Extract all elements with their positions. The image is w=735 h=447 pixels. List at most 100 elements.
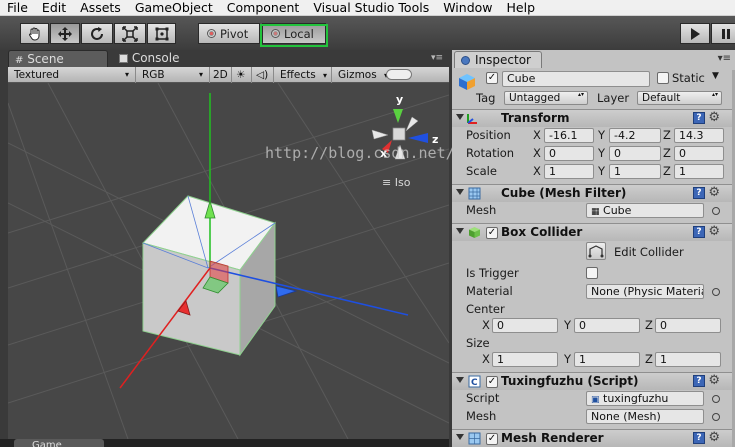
gizmos-dropdown[interactable]: Gizmos ▾	[332, 67, 388, 83]
menu-component[interactable]: Component	[220, 0, 307, 16]
tab-scene[interactable]: # Scene	[8, 50, 108, 67]
material-field[interactable]: None (Physic Materia	[586, 284, 704, 299]
help-icon[interactable]: ?	[693, 112, 705, 124]
center-y-field[interactable]: 0	[574, 318, 640, 333]
menu-gameobject[interactable]: GameObject	[128, 0, 220, 16]
pause-button[interactable]	[711, 23, 735, 44]
box-collider-title: Box Collider	[501, 225, 583, 239]
mesh-renderer-header[interactable]: ✓ Mesh Renderer ? ⚙	[452, 429, 735, 447]
script-enabled-checkbox[interactable]: ✓	[486, 376, 498, 388]
menu-file[interactable]: File	[0, 0, 35, 16]
iso-menu-icon: ≡	[382, 176, 392, 189]
center-z-field[interactable]: 0	[655, 318, 721, 333]
scene-search-input[interactable]	[386, 69, 412, 80]
foldout-icon[interactable]	[456, 228, 464, 234]
mesh-filter-icon	[468, 187, 481, 200]
is-trigger-checkbox[interactable]	[586, 267, 598, 279]
center-x-field[interactable]: 0	[492, 318, 558, 333]
box-collider-enabled-checkbox[interactable]: ✓	[486, 227, 498, 239]
foldout-icon[interactable]	[456, 434, 464, 440]
rotate-tool-button[interactable]	[81, 23, 113, 44]
tab-game[interactable]: Game	[14, 439, 104, 447]
scene-panel-menu-icon[interactable]: ▾≡	[425, 50, 447, 67]
help-icon[interactable]: ?	[693, 432, 705, 444]
gear-icon[interactable]: ⚙	[708, 186, 720, 200]
center-z-label: Z	[645, 318, 653, 332]
help-icon[interactable]: ?	[693, 375, 705, 387]
foldout-icon[interactable]	[456, 189, 464, 195]
scale-x-field[interactable]: 1	[544, 164, 594, 179]
layer-dropdown[interactable]: Default	[637, 91, 722, 105]
render-mode-dropdown[interactable]: RGB ▾	[136, 66, 210, 83]
console-icon	[119, 54, 128, 63]
active-checkbox[interactable]: ✓	[486, 72, 498, 84]
tab-console[interactable]: Console	[113, 50, 213, 67]
pivot-toggle-button[interactable]: Pivot	[198, 23, 260, 44]
gizmo-y-cone[interactable]	[393, 109, 403, 123]
audio-toggle[interactable]: ◁)	[252, 66, 274, 83]
edit-collider-icon	[588, 245, 604, 258]
tab-inspector[interactable]: Inspector	[454, 51, 542, 68]
gear-icon[interactable]: ⚙	[708, 374, 720, 388]
shading-mode-dropdown[interactable]: Textured ▾	[8, 66, 136, 83]
effects-dropdown[interactable]: Effects ▾	[274, 66, 332, 83]
help-icon[interactable]: ?	[693, 187, 705, 199]
mode-2d-toggle[interactable]: 2D	[210, 66, 232, 83]
position-y-field[interactable]: -4.2	[609, 128, 661, 143]
foldout-icon[interactable]	[456, 114, 464, 120]
menu-edit[interactable]: Edit	[35, 0, 73, 16]
shading-mode-value: Textured	[14, 68, 60, 81]
move-tool-button[interactable]	[50, 23, 80, 44]
position-x-field[interactable]: -16.1	[544, 128, 594, 143]
box-collider-header[interactable]: ✓ Box Collider ? ⚙	[452, 223, 735, 241]
object-picker-icon[interactable]	[712, 288, 720, 296]
menu-help[interactable]: Help	[500, 0, 543, 16]
size-x-label: X	[482, 352, 490, 366]
transform-header[interactable]: Transform ? ⚙	[452, 109, 735, 127]
tag-dropdown[interactable]: Untagged	[504, 91, 588, 105]
foldout-icon[interactable]	[456, 377, 464, 383]
gear-icon[interactable]: ⚙	[708, 431, 720, 445]
rotation-x-field[interactable]: 0	[544, 146, 594, 161]
size-z-field[interactable]: 1	[655, 352, 721, 367]
object-picker-icon[interactable]	[712, 395, 720, 403]
play-button[interactable]	[680, 23, 710, 44]
pivot-label: Pivot	[220, 26, 249, 41]
scale-y-field[interactable]: 1	[609, 164, 661, 179]
script-component-header[interactable]: C ✓ Tuxingfuzhu (Script) ? ⚙	[452, 372, 735, 390]
static-dropdown-icon[interactable]: ▼	[712, 71, 719, 81]
inspector-menu-icon[interactable]: ▾≡	[718, 53, 731, 64]
object-picker-icon[interactable]	[712, 413, 720, 421]
script-field[interactable]: ▣ tuxingfuzhu	[586, 391, 704, 406]
object-name-input[interactable]: Cube	[502, 71, 650, 87]
scale-tool-button[interactable]	[114, 23, 146, 44]
rotation-y-field[interactable]: 0	[609, 146, 661, 161]
mesh-renderer-enabled-checkbox[interactable]: ✓	[486, 433, 498, 445]
hand-tool-button[interactable]	[20, 23, 49, 44]
script-value: tuxingfuzhu	[603, 392, 669, 405]
size-y-field[interactable]: 1	[574, 352, 640, 367]
script-mesh-field[interactable]: None (Mesh)	[586, 409, 704, 424]
menu-window[interactable]: Window	[436, 0, 499, 16]
scale-z-field[interactable]: 1	[674, 164, 724, 179]
mesh-filter-header[interactable]: Cube (Mesh Filter) ? ⚙	[452, 184, 735, 202]
scene-toolbar: Textured ▾ RGB ▾ 2D ☀ ◁) Effects ▾ Gizmo…	[8, 66, 449, 83]
lighting-toggle[interactable]: ☀	[232, 66, 252, 83]
help-icon[interactable]: ?	[693, 226, 705, 238]
menu-assets[interactable]: Assets	[73, 0, 128, 16]
scene-viewport[interactable]: y z x ≡ Iso	[8, 83, 449, 439]
menu-visual-studio-tools[interactable]: Visual Studio Tools	[306, 0, 436, 16]
mesh-field[interactable]: ▦ Cube	[586, 203, 704, 218]
static-checkbox[interactable]	[657, 72, 669, 84]
gear-icon[interactable]: ⚙	[708, 225, 720, 239]
projection-mode-toggle[interactable]: ≡ Iso	[382, 176, 410, 189]
gizmo-center-cube[interactable]	[392, 127, 406, 141]
rotation-z-field[interactable]: 0	[674, 146, 724, 161]
gizmo-z-cone[interactable]	[408, 133, 428, 143]
size-x-field[interactable]: 1	[492, 352, 558, 367]
edit-collider-button[interactable]	[586, 242, 606, 260]
rect-tool-button[interactable]	[147, 23, 176, 44]
position-z-field[interactable]: 14.3	[674, 128, 724, 143]
object-picker-icon[interactable]	[712, 207, 720, 215]
gear-icon[interactable]: ⚙	[708, 111, 720, 125]
